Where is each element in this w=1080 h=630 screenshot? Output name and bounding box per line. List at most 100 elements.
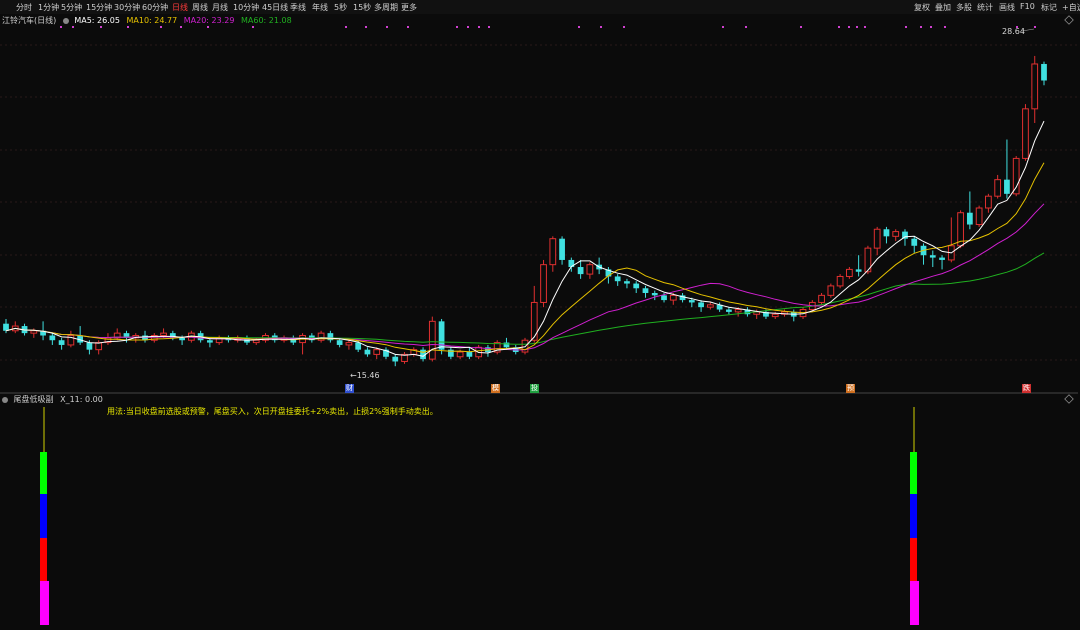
candle-body-up — [873, 228, 881, 249]
signal-dot — [848, 26, 850, 28]
signal-dot — [180, 26, 182, 28]
candle-body-up — [818, 294, 825, 303]
candle-body-up — [540, 264, 547, 303]
stock-title: 江铃汽车(日线) MA5: 26.05 MA10: 24.77 MA20: 23… — [2, 15, 292, 26]
lower-indicator-title: 尾盘低吸副 X_11: 0.00 — [2, 394, 103, 405]
signal-dot — [100, 26, 102, 28]
signal-dot — [944, 26, 946, 28]
candle-body-down — [466, 352, 473, 357]
candle-body-up — [1022, 108, 1029, 159]
signal-bar-red — [40, 538, 47, 581]
candle-body-down — [642, 288, 649, 293]
signal-dot — [600, 26, 602, 28]
signal-dot — [488, 26, 490, 28]
signal-marker-1: 模 — [491, 384, 500, 393]
settings-icon[interactable] — [62, 18, 69, 24]
signal-marker-4: 跌 — [1022, 384, 1031, 393]
candle-body-up — [975, 207, 983, 226]
signal-dot — [800, 26, 802, 28]
candle-body-down — [624, 281, 630, 284]
indicator-name: 尾盘低吸副 — [13, 395, 54, 404]
chart-canvas — [0, 15, 1078, 625]
signal-marker-2: 投 — [530, 384, 539, 393]
signal-dot — [160, 26, 162, 28]
stock-name: 江铃汽车(日线) — [2, 16, 57, 25]
candle-body-down — [336, 340, 343, 345]
signal-bar-magenta — [910, 581, 919, 625]
candle-body-up — [892, 231, 900, 237]
candle-body-down — [179, 337, 185, 341]
min-price-value: 15.46 — [356, 371, 380, 380]
signal-dot — [252, 26, 254, 28]
signal-dot — [905, 26, 907, 28]
diamond-icon — [1064, 15, 1074, 25]
candle-body-up — [706, 304, 714, 308]
ma5-label: MA5: 26.05 — [74, 16, 120, 25]
candle-body-down — [1041, 63, 1047, 81]
candle-body-up — [428, 320, 436, 360]
candle-body-up — [252, 339, 260, 344]
candle-body-up — [345, 342, 353, 346]
candle-body-down — [58, 340, 65, 345]
candle-body-down — [883, 229, 890, 237]
ma10-label: MA10: 24.77 — [126, 16, 178, 25]
signal-dot — [1034, 26, 1036, 28]
candle-body-down — [929, 255, 936, 258]
ma20-line — [5, 203, 1045, 351]
candle-body-down — [911, 238, 918, 246]
candle-body-up — [985, 195, 992, 209]
ma20-label: MA20: 23.29 — [183, 16, 235, 25]
diamond-icon — [1064, 394, 1074, 404]
signal-bar-red — [910, 538, 917, 581]
candle-body-up — [160, 332, 167, 336]
ma5-line — [5, 120, 1045, 357]
ma10-line — [5, 162, 1045, 353]
signal-dot — [386, 26, 388, 28]
signal-dot — [856, 26, 858, 28]
candle-body-down — [1004, 179, 1010, 194]
candle-body-up — [549, 238, 557, 266]
candle-body-down — [651, 293, 658, 296]
signal-dot — [930, 26, 932, 28]
signal-dot — [920, 26, 922, 28]
signal-dot — [407, 26, 409, 28]
candle-body-down — [966, 212, 973, 225]
indicator-value: X_11: 0.00 — [60, 395, 103, 404]
candle-body-down — [3, 323, 9, 331]
candle-body-up — [836, 275, 844, 287]
candle-body-up — [1031, 63, 1039, 110]
signal-marker-0: 财 — [345, 384, 354, 393]
candle-body-down — [726, 309, 732, 312]
signal-dot — [623, 26, 625, 28]
candle-body-up — [1012, 157, 1020, 195]
candle-body-down — [577, 267, 584, 275]
ma60-label: MA60: 21.08 — [241, 16, 292, 25]
signal-dot — [838, 26, 840, 28]
candle-body-down — [503, 342, 510, 348]
candle-body-down — [86, 342, 93, 350]
signal-dot — [745, 26, 747, 28]
settings-icon[interactable] — [2, 397, 8, 403]
candle-body-up — [373, 349, 381, 355]
signal-bar-blue — [910, 494, 917, 538]
usage-note: 用法:当日收盘前选股或预警，尾盘买入，次日开盘挂委托+2%卖出，止损2%强制手动… — [107, 407, 438, 416]
candle-body-down — [633, 283, 640, 289]
signal-dot — [72, 26, 74, 28]
candle-body-down — [49, 335, 56, 341]
signal-bar-magenta — [40, 581, 49, 625]
signal-dot — [478, 26, 480, 28]
signal-dot — [345, 26, 347, 28]
candle-body-down — [355, 342, 362, 350]
candle-body-down — [559, 238, 565, 260]
candle-body-up — [771, 313, 779, 318]
signal-dot — [722, 26, 724, 28]
signal-bar-blue — [40, 494, 47, 538]
signal-dot — [864, 26, 866, 28]
candle-body-down — [392, 356, 399, 362]
candle-body-up — [846, 268, 853, 277]
candle-body-up — [734, 309, 742, 313]
signal-dot — [60, 26, 62, 28]
candle-body-up — [456, 351, 464, 358]
candle-body-down — [614, 276, 621, 282]
candle-body-up — [30, 330, 38, 334]
